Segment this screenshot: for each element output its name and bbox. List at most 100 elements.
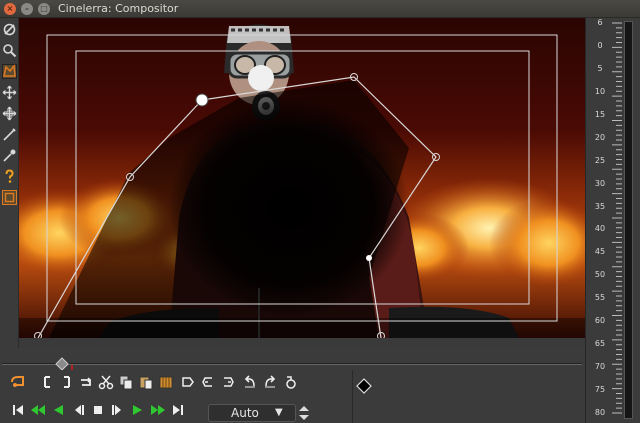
meter-label: 45	[594, 247, 606, 257]
edit-mode-icon	[11, 376, 24, 387]
maximize-icon: □	[40, 4, 48, 13]
undo-icon	[286, 376, 296, 389]
projector-adjust-button[interactable]	[2, 106, 17, 121]
audio-meter: 6 0 5 10 15 20 25 30 35 40 45 50 55 60 65 70 75 80	[585, 18, 640, 423]
divider	[352, 370, 353, 423]
cut-button[interactable]	[98, 374, 114, 390]
meter-bar-left	[624, 21, 633, 419]
compositor-canvas[interactable]	[19, 18, 585, 338]
close-window-button[interactable]: ×	[4, 3, 16, 15]
meter-label: 70	[594, 362, 606, 372]
slider-handle[interactable]	[55, 357, 69, 371]
minimize-icon: –	[25, 4, 29, 13]
skip-start-icon	[13, 405, 23, 415]
zoom-view-button[interactable]	[2, 43, 17, 58]
minimize-window-button[interactable]: –	[21, 3, 33, 15]
splice-button[interactable]	[78, 374, 94, 390]
compositor-window: × – □ Cinelerra: Compositor 6 0 5 10 15 …	[0, 0, 640, 423]
scissors-icon	[98, 375, 114, 390]
timeline-slider[interactable]	[0, 348, 585, 371]
next-label-button[interactable]	[220, 374, 236, 390]
color-picker-button[interactable]	[2, 148, 17, 163]
fast-forward-button[interactable]	[150, 402, 166, 418]
camera-move-icon	[2, 85, 17, 100]
jump-to-end-button[interactable]	[170, 402, 186, 418]
meter-label: 0	[597, 40, 603, 50]
safe-region-icon	[2, 190, 17, 205]
mask-icon	[2, 64, 17, 79]
meter-label: 30	[594, 178, 606, 188]
meter-label: 60	[594, 316, 606, 326]
meter-label: 10	[594, 86, 606, 96]
protect-icon	[3, 23, 16, 36]
skip-end-icon	[173, 405, 183, 415]
meter-label: 80	[594, 408, 606, 417]
help-button[interactable]	[2, 169, 17, 184]
frame-forward-button[interactable]	[110, 402, 126, 418]
meter-label: 50	[594, 270, 606, 280]
play-button[interactable]	[130, 402, 146, 418]
chevron-down-icon[interactable]: ▼	[275, 404, 289, 422]
meter-label: 65	[594, 339, 606, 349]
meter-label: 40	[594, 224, 606, 234]
set-out-point-button[interactable]	[58, 374, 74, 390]
fast-forward-icon	[151, 405, 165, 415]
zoom-icon	[3, 44, 17, 58]
prev-label-icon	[202, 377, 212, 387]
keyframe-diamond-icon[interactable]	[356, 378, 372, 394]
prev-edit-icon	[244, 375, 255, 388]
compositor-tool-column	[0, 18, 19, 348]
set-in-point-button[interactable]	[40, 374, 56, 390]
copy-icon	[119, 375, 133, 390]
loop-icon	[81, 377, 92, 386]
play-icon	[133, 405, 142, 415]
projector-move-icon	[2, 106, 17, 121]
edit-mask-button[interactable]	[2, 64, 17, 79]
frame-forward-icon	[112, 405, 121, 415]
fast-reverse-button[interactable]	[30, 402, 46, 418]
paste-button[interactable]	[138, 374, 154, 390]
clip-labels-button[interactable]	[158, 374, 174, 390]
eyedropper-icon	[3, 149, 16, 162]
play-reverse-button[interactable]	[50, 402, 66, 418]
next-edit-icon	[265, 375, 276, 388]
toggle-label-button[interactable]	[180, 374, 196, 390]
meter-label: 6	[597, 18, 603, 27]
stop-button[interactable]	[90, 402, 106, 418]
toggle-edit-mode-button[interactable]	[10, 374, 26, 390]
crop-icon	[3, 128, 16, 141]
show-safe-regions-button[interactable]	[2, 190, 17, 205]
in-point-icon	[44, 376, 50, 388]
meter-label: 75	[594, 385, 606, 395]
next-label-icon	[224, 377, 234, 387]
meter-label: 15	[594, 109, 606, 119]
clip-icon	[159, 376, 173, 389]
slider-track[interactable]	[2, 363, 582, 365]
paste-icon	[139, 376, 153, 390]
protect-video-button[interactable]	[2, 22, 17, 37]
crop-button[interactable]	[2, 127, 17, 142]
maximize-window-button[interactable]: □	[38, 3, 50, 15]
previous-edit-button[interactable]	[242, 374, 258, 390]
meter-label: 20	[594, 132, 606, 142]
fast-reverse-icon	[31, 405, 45, 415]
previous-label-button[interactable]	[200, 374, 216, 390]
meter-label: 5	[597, 63, 603, 73]
undo-edit-button[interactable]	[282, 374, 298, 390]
frame-reverse-button[interactable]	[70, 402, 86, 418]
meter-label: 35	[594, 201, 606, 211]
title-bar[interactable]: × – □ Cinelerra: Compositor	[0, 0, 640, 18]
play-reverse-icon	[54, 405, 63, 415]
meter-label: 55	[594, 293, 606, 303]
rewind-to-start-button[interactable]	[10, 402, 26, 418]
help-icon	[5, 169, 14, 183]
close-icon: ×	[6, 4, 14, 13]
copy-button[interactable]	[118, 374, 134, 390]
out-point-icon	[64, 376, 70, 388]
control-panel: Auto ▼	[0, 370, 585, 423]
zoom-stepper[interactable]	[298, 405, 310, 421]
label-icon	[182, 377, 194, 387]
next-edit-button[interactable]	[262, 374, 278, 390]
window-title: Cinelerra: Compositor	[58, 2, 179, 15]
camera-adjust-button[interactable]	[2, 85, 17, 100]
